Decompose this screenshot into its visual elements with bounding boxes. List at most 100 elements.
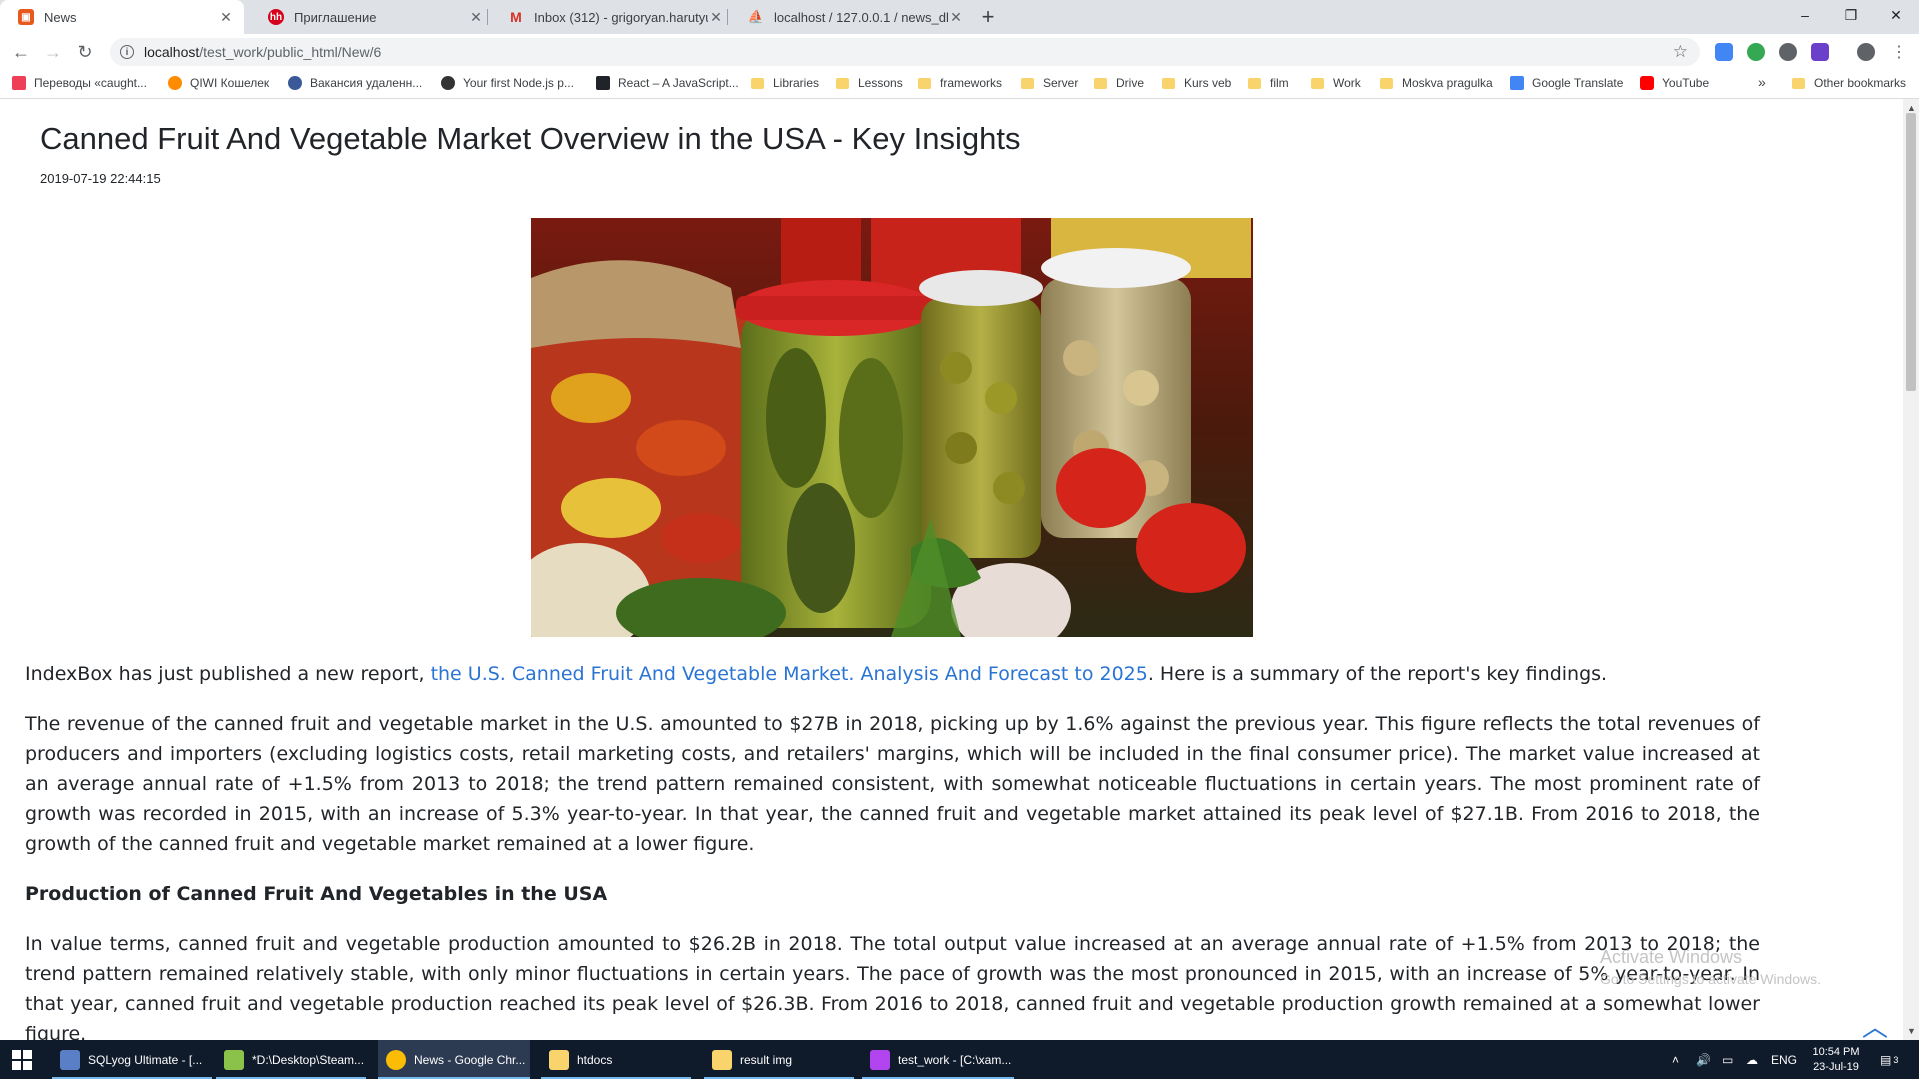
bookmark-item[interactable]: Your first Node.js p... — [441, 76, 574, 90]
tab-news[interactable]: ▣ News ✕ — [0, 0, 244, 34]
article-image — [531, 218, 1253, 637]
bookmark-item[interactable]: Переводы «caught... — [12, 76, 147, 90]
reload-icon: ↻ — [77, 41, 93, 62]
bookmark-label: React – A JavaScript... — [618, 76, 739, 90]
taskbar-item-notepadpp[interactable]: *D:\Desktop\Steam... — [216, 1040, 366, 1079]
taskbar-item-htdocs[interactable]: htdocs — [541, 1040, 691, 1079]
profile-avatar[interactable] — [1857, 43, 1875, 61]
url-path: /test_work/public_html/New/6 — [199, 44, 382, 60]
production-paragraph: In value terms, canned fruit and vegetab… — [25, 933, 1760, 1040]
url-text: localhost/test_work/public_html/New/6 — [144, 44, 381, 60]
arrow-right-icon: → — [44, 41, 62, 62]
bookmark-folder[interactable]: Drive — [1094, 76, 1144, 90]
kebab-menu-icon: ⋮ — [1891, 44, 1907, 61]
onedrive-icon[interactable]: ☁ — [1746, 1040, 1758, 1079]
language-indicator[interactable]: ENG — [1771, 1040, 1797, 1079]
bookmark-star-icon[interactable]: ☆ — [1673, 42, 1688, 62]
bookmark-label: Google Translate — [1532, 76, 1624, 90]
extension-globe-icon[interactable] — [1779, 43, 1797, 61]
reload-button[interactable]: ↻ — [72, 39, 98, 65]
bookmark-item[interactable]: Google Translate — [1510, 76, 1623, 90]
bookmarks-overflow-button[interactable]: » — [1758, 74, 1766, 90]
react-icon — [596, 76, 610, 90]
bookmark-folder[interactable]: Kurs veb — [1162, 76, 1231, 90]
bookmark-item[interactable]: QIWI Кошелек — [168, 76, 269, 90]
system-clock[interactable]: 10:54 PM 23-Jul-19 — [1800, 1045, 1872, 1075]
bookmark-folder[interactable]: Moskva pragulka — [1380, 76, 1493, 90]
info-icon[interactable]: i — [120, 45, 134, 59]
hh-icon: hh — [268, 9, 284, 25]
bookmark-label: Lessons — [858, 76, 903, 90]
back-to-top-icon[interactable]: ︿ — [1862, 1007, 1888, 1040]
translate-extension-icon[interactable] — [1715, 43, 1733, 61]
tab-invitation[interactable]: hh Приглашение ✕ — [250, 0, 494, 34]
show-hidden-icons[interactable]: ˄ — [1672, 1040, 1679, 1079]
notification-count: 3 — [1893, 1054, 1899, 1065]
bookmark-folder[interactable]: Work — [1311, 76, 1361, 90]
qiwi-icon — [168, 76, 182, 90]
back-button[interactable]: ← — [8, 39, 34, 65]
extension-gear-icon[interactable] — [1747, 43, 1765, 61]
close-icon[interactable]: ✕ — [218, 9, 234, 25]
taskbar-item-result-img[interactable]: result img — [704, 1040, 854, 1079]
scroll-up-icon[interactable]: ▲ — [1907, 103, 1916, 113]
minimize-button[interactable]: – — [1782, 0, 1828, 30]
taskbar-label: htdocs — [577, 1052, 613, 1067]
bookmark-label: Work — [1333, 76, 1361, 90]
folder-icon — [918, 77, 931, 89]
bookmarks-bar: Переводы «caught... QIWI Кошелек Ваканси… — [0, 70, 1919, 99]
folder-icon — [751, 77, 764, 89]
activate-windows-watermark: Activate Windows — [1600, 947, 1743, 967]
close-window-button[interactable]: ✕ — [1873, 0, 1919, 30]
bookmark-folder[interactable]: frameworks — [918, 76, 1002, 90]
other-bookmarks[interactable]: Other bookmarks — [1792, 76, 1906, 90]
folder-icon — [1792, 77, 1805, 89]
tab-title: News — [44, 9, 77, 25]
tab-phpmyadmin[interactable]: ⛵ localhost / 127.0.0.1 / news_db | ✕ — [730, 0, 974, 34]
volume-icon[interactable]: 🔊 — [1696, 1040, 1711, 1079]
bookmark-item[interactable]: React – A JavaScript... — [596, 76, 739, 90]
folder-icon — [1311, 77, 1324, 89]
taskbar-label: SQLyog Ultimate - [... — [88, 1052, 203, 1067]
windows-start-icon[interactable] — [12, 1050, 32, 1070]
article-date: 2019-07-19 22:44:15 — [40, 171, 161, 186]
taskbar-item-phpstorm[interactable]: test_work - [C:\xam... — [862, 1040, 1014, 1079]
close-icon[interactable]: ✕ — [708, 9, 724, 25]
taskbar-item-sqlyog[interactable]: SQLyog Ultimate - [... — [52, 1040, 212, 1079]
tab-title: localhost / 127.0.0.1 / news_db | — [774, 9, 948, 25]
pocket-icon — [12, 76, 26, 90]
menu-button[interactable]: ⋮ — [1886, 39, 1912, 65]
bookmark-label: QIWI Кошелек — [190, 76, 270, 90]
tab-title: Inbox (312) - grigoryan.harutyun — [534, 9, 708, 25]
extension-cube-icon[interactable] — [1811, 43, 1829, 61]
taskbar-item-chrome[interactable]: News - Google Chr... — [378, 1040, 530, 1079]
bookmark-label: film — [1270, 76, 1289, 90]
article-title: Canned Fruit And Vegetable Market Overvi… — [40, 121, 1021, 156]
arrow-left-icon: ← — [12, 41, 30, 62]
bookmark-folder[interactable]: Lessons — [836, 76, 903, 90]
scroll-down-icon[interactable]: ▼ — [1907, 1026, 1916, 1036]
tab-inbox[interactable]: M Inbox (312) - grigoryan.harutyun ✕ — [490, 0, 734, 34]
bookmark-folder[interactable]: Libraries — [751, 76, 819, 90]
bookmark-folder[interactable]: film — [1248, 76, 1289, 90]
folder-icon — [1248, 77, 1261, 89]
new-tab-button[interactable]: + — [976, 4, 1000, 29]
tab-separator — [487, 9, 488, 25]
forward-button[interactable]: → — [40, 39, 66, 65]
bookmark-label: Libraries — [773, 76, 820, 90]
bookmark-folder[interactable]: Server — [1021, 76, 1078, 90]
address-bar[interactable]: i localhost/test_work/public_html/New/6 … — [110, 38, 1700, 66]
taskbar-label: test_work - [C:\xam... — [898, 1052, 1012, 1067]
bookmark-label: Server — [1043, 76, 1079, 90]
bookmark-item[interactable]: YouTube — [1640, 76, 1709, 90]
page-scrollbar[interactable]: ▲ ▼ — [1903, 99, 1919, 1040]
rabota-icon — [288, 76, 302, 90]
report-link[interactable]: the U.S. Canned Fruit And Vegetable Mark… — [431, 663, 1148, 685]
network-icon[interactable]: ▭ — [1722, 1040, 1733, 1079]
bookmark-item[interactable]: Вакансия удаленн... — [288, 76, 422, 90]
notification-center-button[interactable]: ▤ 3 — [1880, 1040, 1898, 1079]
close-icon[interactable]: ✕ — [948, 9, 964, 25]
scrollbar-thumb[interactable] — [1906, 113, 1916, 391]
close-icon[interactable]: ✕ — [468, 9, 484, 25]
restore-button[interactable]: ❐ — [1828, 0, 1874, 30]
